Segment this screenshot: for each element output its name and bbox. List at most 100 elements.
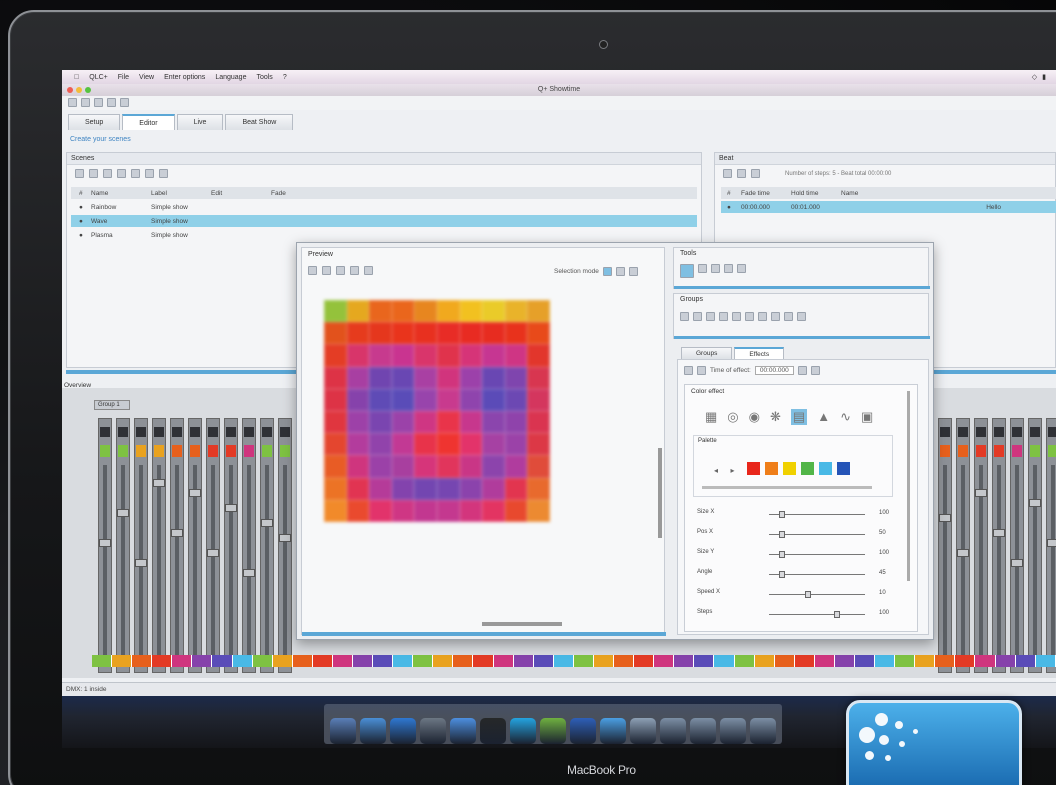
channel-fader[interactable] — [1046, 418, 1056, 673]
palette-prev-icon[interactable]: ◂ — [714, 466, 718, 475]
palette-swatch[interactable] — [764, 462, 778, 476]
scene-row[interactable]: ● Rainbow Simple show — [71, 201, 697, 213]
matrix-pixel[interactable] — [414, 455, 437, 478]
palette-scrollbar[interactable] — [702, 486, 872, 489]
channel-group-select[interactable]: Group 1 — [94, 400, 130, 410]
close-window-icon[interactable] — [67, 87, 73, 93]
fader-track[interactable] — [1033, 465, 1037, 660]
effect-slider[interactable]: Angle 45 — [697, 569, 897, 581]
menu-item-help[interactable]: ? — [283, 74, 287, 81]
fader-track[interactable] — [943, 465, 947, 660]
matrix-pixel[interactable] — [346, 477, 370, 500]
fader-knob[interactable] — [99, 539, 111, 547]
matrix-pixel[interactable] — [369, 300, 392, 323]
dot-effect-icon[interactable]: ◉ — [749, 409, 760, 425]
slider-handle[interactable] — [778, 551, 785, 558]
matrix-pixel[interactable] — [437, 322, 460, 345]
save-file-icon[interactable] — [94, 98, 103, 107]
fader-knob[interactable] — [279, 534, 291, 542]
matrix-pixel[interactable] — [527, 388, 550, 411]
matrix-pixel[interactable] — [414, 344, 437, 367]
fader-knob[interactable] — [975, 489, 987, 497]
group-2-icon[interactable] — [693, 312, 702, 321]
matrix-pixel[interactable] — [482, 499, 505, 522]
matrix-pixel[interactable] — [324, 433, 347, 456]
fader-knob[interactable] — [135, 559, 147, 567]
matrix-pixel[interactable] — [437, 300, 460, 323]
matrix-pixel[interactable] — [527, 366, 550, 389]
matrix-pixel[interactable] — [504, 433, 528, 456]
matrix-preview-heatmap[interactable] — [324, 300, 550, 522]
fader-track[interactable] — [175, 465, 179, 660]
palette-swatch[interactable] — [800, 462, 814, 476]
wave-effect-icon[interactable]: ∿ — [840, 409, 851, 425]
matrix-pixel[interactable] — [324, 499, 347, 522]
time-input[interactable]: 00:00.000 — [754, 366, 794, 375]
matrix-pixel[interactable] — [437, 477, 460, 500]
matrix-pixel[interactable] — [459, 300, 483, 323]
matrix-pixel[interactable] — [459, 455, 483, 478]
group-3-icon[interactable] — [706, 312, 715, 321]
dock-app-icon[interactable] — [480, 718, 506, 744]
matrix-pixel[interactable] — [527, 344, 550, 367]
select-rect-icon[interactable] — [602, 267, 612, 276]
dock-app-icon[interactable] — [360, 718, 386, 744]
dock-app-icon[interactable] — [540, 718, 566, 744]
breadcrumb[interactable]: Create your scenes — [70, 136, 131, 143]
fader-knob[interactable] — [957, 549, 969, 557]
fader-track[interactable] — [997, 465, 1001, 660]
select-tool-icon[interactable] — [680, 264, 694, 278]
effect-slider[interactable]: Speed X 10 — [697, 589, 897, 601]
dock-app-icon[interactable] — [720, 718, 746, 744]
matrix-pixel[interactable] — [414, 300, 437, 323]
fader-knob[interactable] — [1011, 559, 1023, 567]
matrix-pixel[interactable] — [504, 344, 528, 367]
matrix-pixel[interactable] — [391, 477, 415, 500]
add-step-icon[interactable] — [723, 169, 732, 178]
matrix-pixel[interactable] — [391, 455, 415, 478]
matrix-pixel[interactable] — [482, 300, 505, 323]
scene-row[interactable]: ● Plasma Simple show — [71, 229, 697, 241]
matrix-pixel[interactable] — [324, 411, 347, 434]
matrix-pixel[interactable] — [437, 411, 460, 434]
matrix-pixel[interactable] — [391, 388, 415, 411]
matrix-pixel[interactable] — [437, 433, 460, 456]
group-8-icon[interactable] — [771, 312, 780, 321]
group-9-icon[interactable] — [784, 312, 793, 321]
matrix-pixel[interactable] — [369, 477, 392, 500]
channel-fader[interactable] — [188, 418, 202, 673]
matrix-pixel[interactable] — [324, 344, 347, 367]
matrix-pixel[interactable] — [369, 322, 392, 345]
matrix-pixel[interactable] — [391, 366, 415, 389]
channel-fader[interactable] — [1028, 418, 1042, 673]
effect-slider[interactable]: Pos X 50 — [697, 529, 897, 541]
matrix-pixel[interactable] — [437, 344, 460, 367]
matrix-pixel[interactable] — [459, 388, 483, 411]
matrix-pixel[interactable] — [459, 322, 483, 345]
matrix-pixel[interactable] — [324, 388, 347, 411]
matrix-pixel[interactable] — [459, 477, 483, 500]
channel-fader[interactable] — [152, 418, 166, 673]
dock-app-icon[interactable] — [450, 718, 476, 744]
matrix-pixel[interactable] — [482, 344, 505, 367]
matrix-pixel[interactable] — [369, 366, 392, 389]
matrix-pixel[interactable] — [346, 455, 370, 478]
group-10-icon[interactable] — [797, 312, 806, 321]
matrix-pixel[interactable] — [482, 455, 505, 478]
fader-knob[interactable] — [1047, 539, 1056, 547]
matrix-pixel[interactable] — [391, 433, 415, 456]
matrix-pixel[interactable] — [482, 322, 505, 345]
menu-item-view[interactable]: View — [139, 74, 154, 81]
redo-icon[interactable] — [120, 98, 129, 107]
slider-handle[interactable] — [778, 511, 785, 518]
zoom-in-icon[interactable] — [336, 266, 345, 275]
dock-app-icon[interactable] — [570, 718, 596, 744]
group-1-icon[interactable] — [680, 312, 689, 321]
channel-fader[interactable] — [974, 418, 988, 673]
matrix-pixel[interactable] — [414, 433, 437, 456]
beat-row-selected[interactable]: ● 00:00.000 00:01.000 Hello — [721, 201, 1056, 213]
add-effect-icon[interactable] — [684, 366, 693, 375]
matrix-pixel[interactable] — [346, 411, 370, 434]
fader-knob[interactable] — [993, 529, 1005, 537]
group-6-icon[interactable] — [745, 312, 754, 321]
